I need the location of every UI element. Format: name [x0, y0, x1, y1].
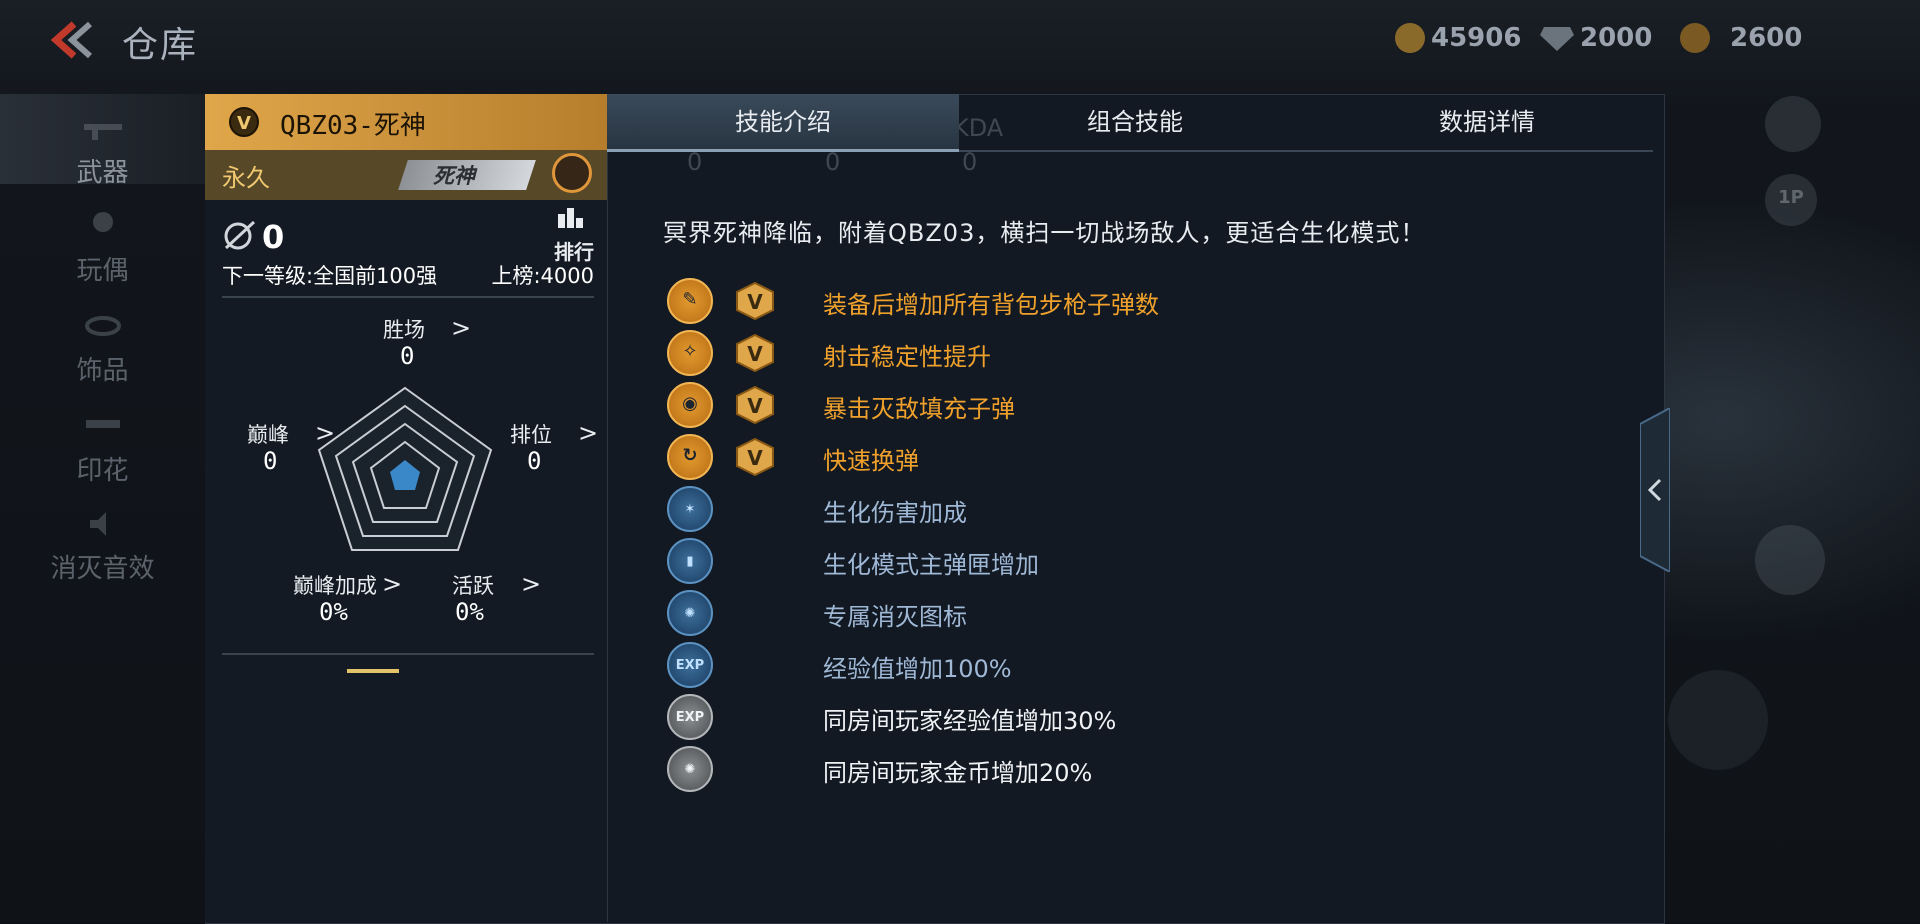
skill-item: EXP 同房间玩家经验值增加30%	[663, 694, 1343, 740]
detail-tabs: 场次 率 平均KDA 0 0 0 技能介绍 组合技能 数据详情	[607, 94, 1663, 176]
category-nav: 武器 玩偶 饰品 印花 消灭音效	[0, 94, 205, 922]
skill-item: ▮ 生化模式主弹匣增加	[663, 538, 1343, 584]
currency-diamond[interactable]: 2000	[1540, 22, 1652, 54]
skill-item: ↻ V 快速换弹	[663, 434, 1343, 480]
v-rank-badge-icon: V	[736, 334, 774, 372]
stats-radar-chart	[317, 386, 493, 551]
collapse-panel-button[interactable]	[1640, 408, 1670, 572]
doll-icon	[93, 212, 113, 232]
wins-value: 0	[400, 342, 415, 370]
divider	[222, 296, 594, 298]
room-coin-icon: ✺	[667, 746, 713, 792]
ranked-value: 0	[527, 447, 542, 475]
weapon-name-header: V QBZ03-死神	[205, 94, 607, 150]
svg-text:V: V	[747, 290, 763, 314]
weapon-tag: 死神	[398, 160, 536, 190]
peak-bonus-value: 0%	[319, 598, 348, 626]
voucher-icon	[1680, 23, 1710, 53]
currency-gold[interactable]: 45906	[1395, 22, 1521, 54]
kill-icon-badge-icon: ✺	[667, 590, 713, 636]
nav-item-stickers[interactable]: 印花	[0, 392, 205, 486]
tab-data-details[interactable]: 数据详情	[1311, 94, 1663, 150]
sticker-icon	[86, 420, 120, 428]
currency-voucher[interactable]: 2600	[1680, 22, 1802, 54]
accessory-icon	[85, 316, 121, 336]
active-tab-indicator	[607, 149, 959, 152]
settings-gear-icon[interactable]	[1765, 96, 1821, 152]
duration-label: 永久	[222, 164, 270, 192]
ranked-label: 排位	[510, 423, 552, 447]
kill-stats: 0 排行 下一等级:全国前100强 上榜:4000	[222, 208, 594, 298]
ghost-value: 0	[825, 148, 841, 176]
peak-label: 巅峰	[247, 423, 289, 447]
ghost-value: 0	[962, 148, 978, 176]
exp-boost-icon: EXP	[667, 642, 713, 688]
rifle-ammo-icon: ✎	[667, 278, 713, 324]
bio-damage-icon: ✶	[667, 486, 713, 532]
on-list-threshold: 上榜:4000	[491, 264, 594, 288]
svg-text:V: V	[237, 113, 251, 134]
weapon-summary-panel: V QBZ03-死神 永久 死神 0 排行 下一等级:全国前100强 上榜:40…	[205, 94, 608, 922]
active-chevron-icon[interactable]: >	[521, 570, 541, 598]
gold-coin-icon	[1395, 23, 1425, 53]
skill-item: ✺ 专属消灭图标	[663, 590, 1343, 636]
kills-icon	[224, 220, 256, 250]
peak-chevron-icon[interactable]: >	[315, 419, 335, 447]
fast-reload-icon: ↻	[667, 434, 713, 480]
medal-icon[interactable]	[552, 153, 592, 193]
v-rank-badge-icon: V	[229, 107, 259, 137]
svg-text:V: V	[747, 446, 763, 470]
top-bar: 仓库 45906 2000 2600	[0, 0, 1920, 80]
divider	[222, 653, 594, 655]
active-label: 活跃	[452, 574, 494, 598]
next-level-text: 下一等级:全国前100强	[222, 264, 438, 288]
peak-value: 0	[263, 447, 278, 475]
skill-item: ◉ V 暴击灭敌填充子弹	[663, 382, 1343, 428]
nav-item-accessories[interactable]: 饰品	[0, 292, 205, 386]
sound-icon	[90, 512, 106, 536]
page-indicator	[347, 669, 399, 673]
magazine-icon: ▮	[667, 538, 713, 584]
slot-1p-button[interactable]: 1P	[1765, 174, 1817, 226]
back-chevron-icon[interactable]	[46, 20, 96, 60]
tab-skill-intro[interactable]: 技能介绍	[607, 94, 959, 150]
page-title: 仓库	[122, 25, 199, 66]
rifle-icon	[84, 124, 122, 140]
ghost-value: 0	[687, 148, 703, 176]
v-rank-badge-icon: V	[736, 282, 774, 320]
kill-count: 0	[262, 218, 285, 256]
emblem-icon[interactable]	[1755, 525, 1825, 595]
svg-text:V: V	[747, 394, 763, 418]
skill-item: ✧ V 射击稳定性提升	[663, 330, 1343, 376]
nav-item-weapons[interactable]: 武器	[0, 94, 205, 188]
v-rank-badge-icon: V	[736, 438, 774, 476]
ranked-chevron-icon[interactable]: >	[578, 419, 598, 447]
skill-item: EXP 经验值增加100%	[663, 642, 1343, 688]
active-value: 0%	[455, 598, 484, 626]
stability-icon: ✧	[667, 330, 713, 376]
wins-label: 胜场	[383, 318, 425, 342]
ammo-icon[interactable]	[1668, 670, 1768, 770]
wins-chevron-icon[interactable]: >	[451, 314, 471, 342]
skill-item: ✶ 生化伤害加成	[663, 486, 1343, 532]
v-rank-badge-icon: V	[736, 386, 774, 424]
nav-item-kill-sound[interactable]: 消灭音效	[0, 490, 205, 584]
skill-item: ✎ V 装备后增加所有背包步枪子弹数	[663, 278, 1343, 324]
nav-item-dolls[interactable]: 玩偶	[0, 192, 205, 286]
skill-item: ✺ 同房间玩家金币增加20%	[663, 746, 1343, 792]
crit-refill-icon: ◉	[667, 382, 713, 428]
weapon-name: QBZ03-死神	[280, 111, 426, 141]
tab-combo-skills[interactable]: 组合技能	[959, 94, 1311, 150]
room-exp-icon: EXP	[667, 694, 713, 740]
weapon-meta-bar: 永久 死神	[205, 150, 607, 200]
peak-bonus-label: 巅峰加成	[293, 574, 377, 598]
peak-bonus-chevron-icon[interactable]: >	[382, 570, 402, 598]
weapon-description: 冥界死神降临，附着QBZ03，横扫一切战场敌人，更适合生化模式！	[663, 219, 1426, 247]
diamond-icon	[1540, 27, 1574, 51]
svg-text:V: V	[747, 342, 763, 366]
